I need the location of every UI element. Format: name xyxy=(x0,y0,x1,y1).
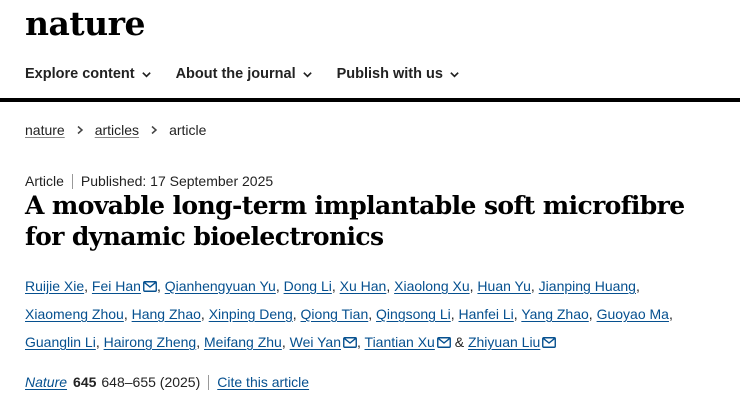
author-entry: Guoyao Ma, xyxy=(596,306,673,322)
journal-pages: 648–655 (2025) xyxy=(101,374,201,390)
author-link[interactable]: Qiong Tian xyxy=(301,306,369,322)
mail-icon[interactable] xyxy=(435,334,451,350)
author-link[interactable]: Fei Han xyxy=(92,278,141,294)
author-link[interactable]: Wei Yan xyxy=(290,334,341,350)
chevron-right-icon xyxy=(77,125,83,135)
article-meta: Article Published: 17 September 2025 xyxy=(25,173,273,189)
author-link[interactable]: Hang Zhao xyxy=(132,306,201,322)
chevron-down-icon xyxy=(450,71,459,78)
author-entry: Xiaomeng Zhou, xyxy=(25,306,128,322)
breadcrumb-current: article xyxy=(169,122,207,138)
main-nav: Explore content About the journal Publis… xyxy=(25,66,484,82)
article-type: Article xyxy=(25,173,64,189)
author-link[interactable]: Hairong Zheng xyxy=(104,334,197,350)
nav-publish-with-us[interactable]: Publish with us xyxy=(337,66,460,82)
author-entry: Yang Zhao, xyxy=(521,306,593,322)
author-entry: Zhiyuan Liu xyxy=(468,334,557,350)
author-entry: Ruijie Xie, xyxy=(25,278,89,294)
author-entry: Qianhengyuan Yu, xyxy=(164,278,280,294)
author-entry: Wei Yan, xyxy=(289,334,361,350)
author-link[interactable]: Meifang Zhu xyxy=(204,334,282,350)
breadcrumb-articles[interactable]: articles xyxy=(95,122,139,138)
author-entry: Meifang Zhu, xyxy=(204,334,286,350)
author-link[interactable]: Yang Zhao xyxy=(521,306,588,322)
author-entry: Hanfei Li, xyxy=(458,306,518,322)
author-link[interactable]: Guanglin Li xyxy=(25,334,96,350)
author-link[interactable]: Jianping Huang xyxy=(539,278,636,294)
author-link[interactable]: Xiaomeng Zhou xyxy=(25,306,124,322)
author-entry: Hairong Zheng, xyxy=(103,334,201,350)
author-link[interactable]: Tiantian Xu xyxy=(365,334,435,350)
author-list: Ruijie Xie, Fei Han, Qianhengyuan Yu, Do… xyxy=(25,278,673,350)
author-entry: Dong Li, xyxy=(283,278,336,294)
author-link[interactable]: Qianhengyuan Yu xyxy=(165,278,276,294)
author-entry: Xu Han, xyxy=(339,278,391,294)
nav-item-label: About the journal xyxy=(175,66,296,82)
chevron-down-icon xyxy=(302,71,312,78)
chevron-right-icon xyxy=(151,125,158,135)
cite-this-article-link[interactable]: Cite this article xyxy=(217,374,309,390)
nav-explore-content[interactable]: Explore content xyxy=(25,66,152,82)
mail-icon[interactable] xyxy=(341,334,357,350)
author-link[interactable]: Xinping Deng xyxy=(209,306,293,322)
author-entry: Qingsong Li, xyxy=(376,306,455,322)
nav-item-label: Explore content xyxy=(25,66,135,82)
author-entry: Hang Zhao, xyxy=(131,306,205,322)
author-link[interactable]: Ruijie Xie xyxy=(25,278,84,294)
published-date: Published: 17 September 2025 xyxy=(80,173,274,189)
chevron-down-icon xyxy=(141,71,151,78)
author-link[interactable]: Guoyao Ma xyxy=(597,306,669,322)
author-entry: Qiong Tian, xyxy=(300,306,373,322)
author-link[interactable]: Xu Han xyxy=(340,278,387,294)
author-link[interactable]: Hanfei Li xyxy=(459,306,514,322)
mail-icon[interactable] xyxy=(141,278,157,294)
author-entry: Jianping Huang, xyxy=(538,278,640,294)
nav-item-label: Publish with us xyxy=(336,66,443,82)
header-divider xyxy=(0,98,740,102)
breadcrumb: nature articles article xyxy=(25,122,206,138)
citation-divider xyxy=(208,374,210,390)
journal-volume: 645 xyxy=(73,374,97,390)
breadcrumb-nature[interactable]: nature xyxy=(25,122,65,138)
article-title: A movable long-term implantable soft mic… xyxy=(25,191,685,251)
author-entry: Xiaolong Xu, xyxy=(394,278,474,294)
author-link[interactable]: Huan Yu xyxy=(477,278,530,294)
meta-divider xyxy=(71,173,73,189)
author-link[interactable]: Dong Li xyxy=(284,278,332,294)
author-link[interactable]: Xiaolong Xu xyxy=(394,278,470,294)
author-entry: Tiantian Xu xyxy=(365,334,451,350)
author-entry: Guanglin Li, xyxy=(25,334,100,350)
author-entry: Fei Han, xyxy=(91,278,161,294)
site-logo[interactable]: nature xyxy=(25,4,146,43)
author-entry: Huan Yu, xyxy=(477,278,535,294)
journal-link[interactable]: Nature xyxy=(25,374,67,390)
author-entry: Xinping Deng, xyxy=(208,306,297,322)
author-link[interactable]: Qingsong Li xyxy=(376,306,451,322)
citation: Nature 645 648–655 (2025) Cite this arti… xyxy=(25,374,309,390)
nav-about-journal[interactable]: About the journal xyxy=(176,66,313,82)
author-link[interactable]: Zhiyuan Liu xyxy=(468,334,540,350)
mail-icon[interactable] xyxy=(540,334,557,350)
